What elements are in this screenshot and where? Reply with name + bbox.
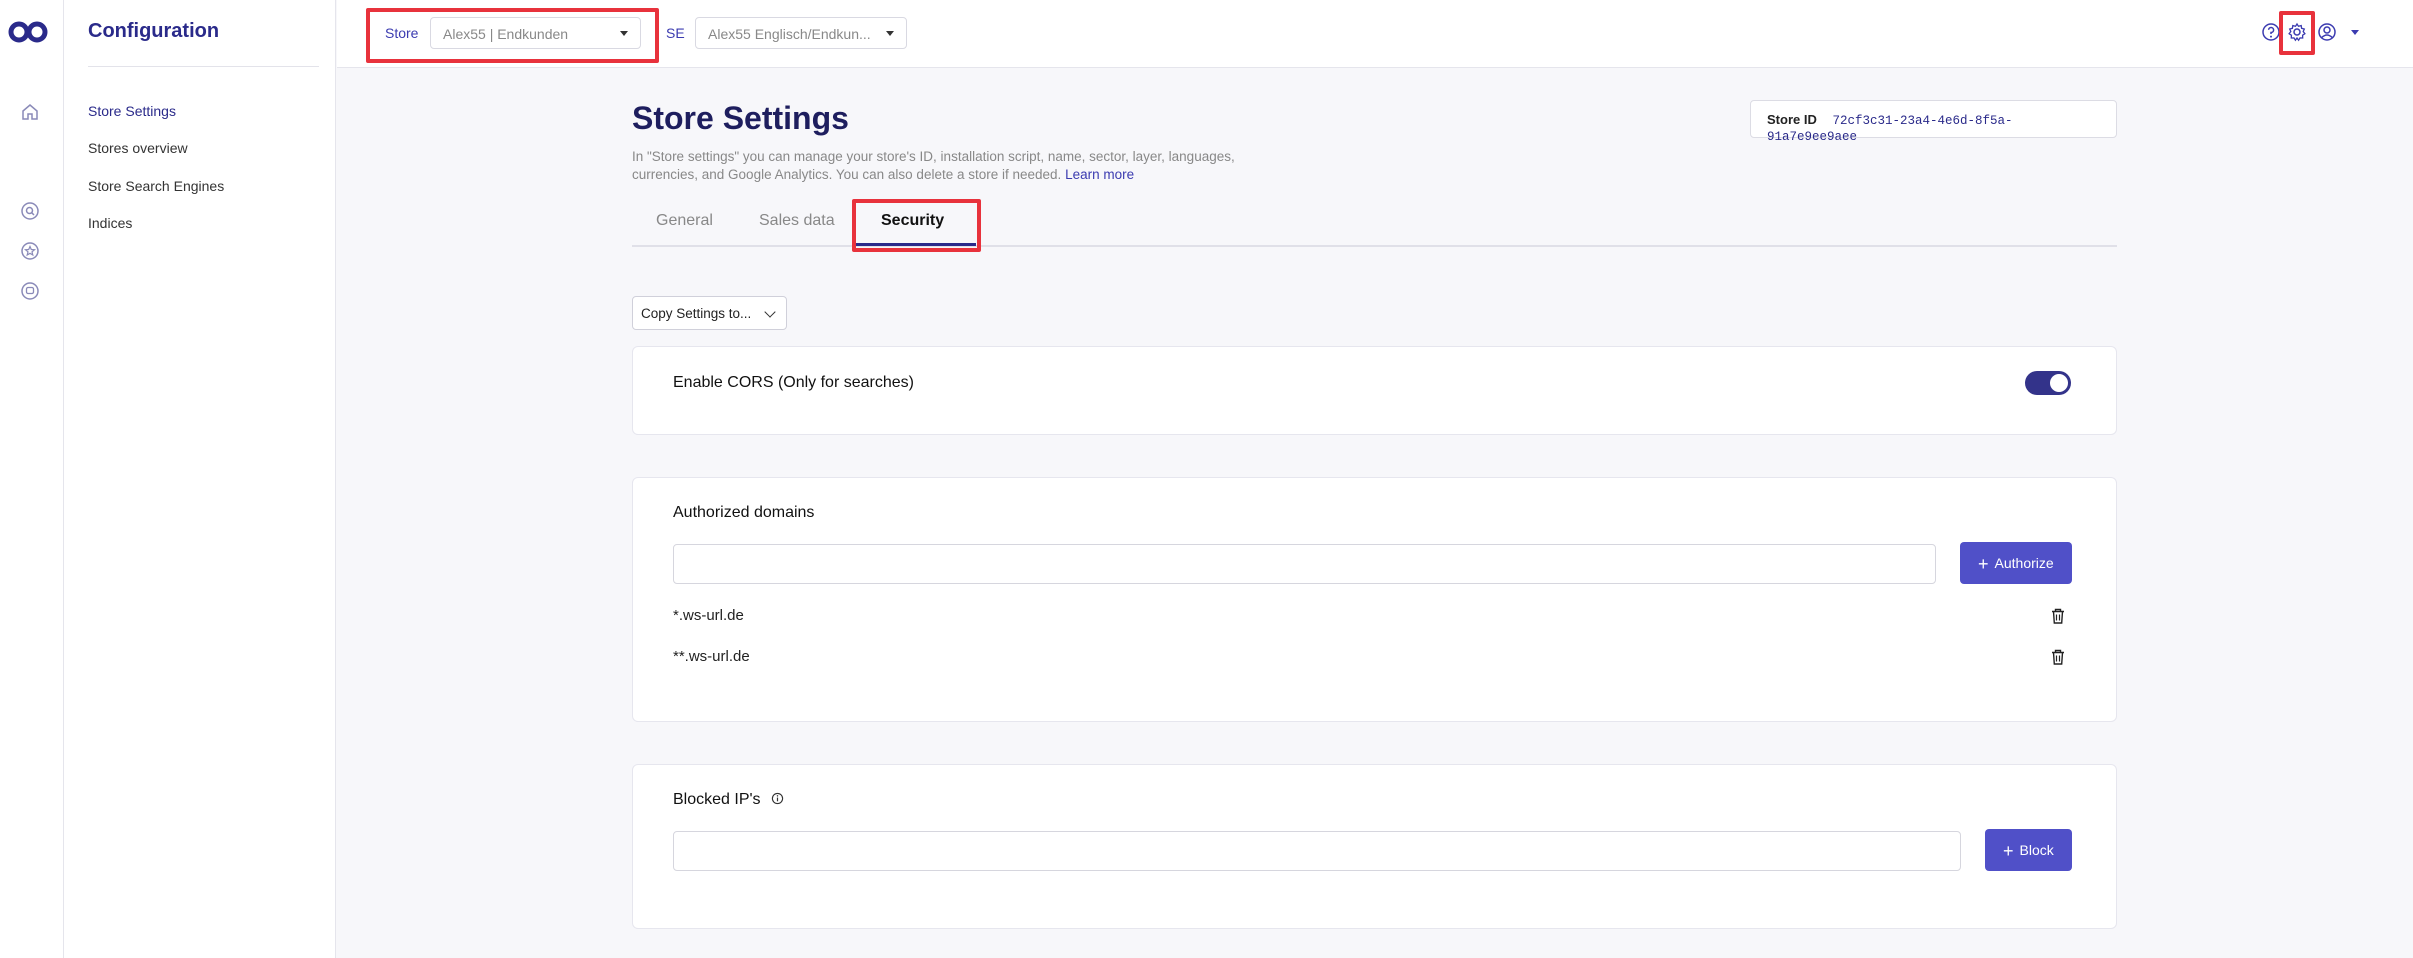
sidebar: Configuration Store Settings Stores over… bbox=[64, 0, 336, 958]
search-engine-select[interactable]: Alex55 Englisch/Endkun... bbox=[695, 17, 907, 49]
store-select-value: Alex55 | Endkunden bbox=[443, 26, 569, 42]
page-description-text: In "Store settings" you can manage your … bbox=[632, 149, 1235, 182]
trash-icon[interactable] bbox=[2049, 648, 2067, 666]
store-id-label: Store ID bbox=[1767, 112, 1817, 127]
gear-icon[interactable] bbox=[2287, 22, 2307, 42]
cors-card: Enable CORS (Only for searches) bbox=[632, 346, 2117, 435]
sidebar-item-store-search-engines[interactable]: Store Search Engines bbox=[88, 178, 224, 194]
cors-label: Enable CORS (Only for searches) bbox=[673, 374, 914, 391]
user-menu-caret-icon[interactable] bbox=[2351, 30, 2359, 35]
star-icon[interactable] bbox=[20, 241, 40, 261]
chat-icon[interactable] bbox=[20, 281, 40, 301]
store-id-box: Store ID 72cf3c31-23a4-4e6d-8f5a-91a7e9e… bbox=[1750, 100, 2117, 144]
chevron-down-icon bbox=[764, 306, 776, 318]
blocked-ips-card: Blocked IP's + Block bbox=[632, 764, 2117, 929]
info-icon[interactable] bbox=[771, 792, 784, 805]
page-description: In "Store settings" you can manage your … bbox=[632, 148, 1272, 184]
plus-icon: + bbox=[1978, 554, 1989, 574]
se-label: SE bbox=[666, 25, 685, 41]
sidebar-divider bbox=[88, 66, 319, 67]
tab-sales-data[interactable]: Sales data bbox=[759, 212, 835, 230]
authorize-button-label: Authorize bbox=[1994, 555, 2054, 571]
top-bar: Store Alex55 | Endkunden SE Alex55 Engli… bbox=[337, 0, 2413, 68]
sidebar-title: Configuration bbox=[88, 20, 220, 42]
sidebar-item-stores-overview[interactable]: Stores overview bbox=[88, 140, 188, 156]
cors-toggle[interactable] bbox=[2025, 371, 2071, 395]
copy-settings-label: Copy Settings to... bbox=[641, 306, 752, 321]
authorized-domain-input[interactable] bbox=[673, 544, 1936, 584]
caret-down-icon bbox=[620, 31, 628, 36]
logo-icon[interactable] bbox=[8, 20, 48, 44]
search-engine-icon[interactable] bbox=[20, 201, 40, 221]
authorized-domains-title: Authorized domains bbox=[673, 504, 815, 521]
domain-item: **.ws-url.de bbox=[673, 648, 750, 665]
security-tab-highlight bbox=[852, 199, 981, 252]
search-engine-select-value: Alex55 Englisch/Endkun... bbox=[708, 26, 871, 42]
store-select[interactable]: Alex55 | Endkunden bbox=[430, 17, 641, 49]
page-title: Store Settings bbox=[632, 100, 849, 136]
icon-rail bbox=[0, 0, 64, 958]
learn-more-link[interactable]: Learn more bbox=[1065, 167, 1134, 182]
tab-general[interactable]: General bbox=[656, 212, 713, 230]
sidebar-item-indices[interactable]: Indices bbox=[88, 215, 132, 231]
toggle-knob bbox=[2050, 374, 2068, 392]
blocked-ip-input[interactable] bbox=[673, 831, 1961, 871]
block-button[interactable]: + Block bbox=[1985, 829, 2072, 871]
user-icon[interactable] bbox=[2317, 22, 2337, 42]
domain-item: *.ws-url.de bbox=[673, 607, 744, 624]
trash-icon[interactable] bbox=[2049, 607, 2067, 625]
sidebar-item-store-settings[interactable]: Store Settings bbox=[88, 103, 176, 119]
block-button-label: Block bbox=[2019, 842, 2054, 858]
copy-settings-button[interactable]: Copy Settings to... bbox=[632, 296, 787, 330]
blocked-ips-title-text: Blocked IP's bbox=[673, 791, 761, 808]
plus-icon: + bbox=[2003, 841, 2014, 861]
blocked-ips-title: Blocked IP's bbox=[673, 791, 784, 809]
caret-down-icon bbox=[886, 31, 894, 36]
authorize-button[interactable]: + Authorize bbox=[1960, 542, 2072, 584]
authorized-domains-card: Authorized domains + Authorize *.ws-url.d… bbox=[632, 477, 2117, 722]
store-label: Store bbox=[385, 25, 419, 41]
help-icon[interactable] bbox=[2261, 22, 2281, 42]
home-icon[interactable] bbox=[20, 102, 40, 122]
